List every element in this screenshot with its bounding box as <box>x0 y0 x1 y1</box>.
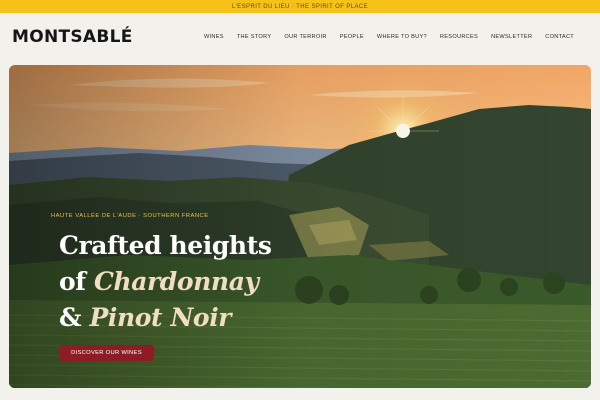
nav-item-newsletter[interactable]: NEWSLETTER <box>491 33 532 41</box>
nav-item-resources[interactable]: RESOURCES <box>440 33 478 41</box>
nav-item-wines[interactable]: WINES <box>204 33 224 41</box>
main-nav: WINES THE STORY OUR TERROIR PEOPLE WHERE… <box>204 33 574 41</box>
discover-wines-button[interactable]: DISCOVER OUR WINES <box>59 345 154 361</box>
hero-landscape-photo <box>9 65 591 388</box>
headline-line-1: Crafted heights <box>59 231 272 260</box>
nav-item-the-story[interactable]: THE STORY <box>237 33 272 41</box>
headline-pinot-noir: Pinot Noir <box>89 303 232 332</box>
nav-item-our-terroir[interactable]: OUR TERROIR <box>284 33 326 41</box>
nav-item-people[interactable]: PEOPLE <box>340 33 364 41</box>
hero-eyebrow: HAUTE VALLÉE DE L'AUDE · SOUTHERN FRANCE <box>51 213 209 219</box>
nav-item-where-to-buy[interactable]: WHERE TO BUY? <box>377 33 427 41</box>
announcement-bar: L'ESPRIT DU LIEU · THE SPIRIT OF PLACE <box>0 0 600 13</box>
brand-logo[interactable]: MONTSABLÉ <box>12 27 133 47</box>
hero-headline: Crafted heights of Chardonnay & Pinot No… <box>59 228 319 336</box>
headline-amp: & <box>59 303 90 332</box>
site-header: MONTSABLÉ WINES THE STORY OUR TERROIR PE… <box>0 13 600 63</box>
announcement-text: L'ESPRIT DU LIEU · THE SPIRIT OF PLACE <box>231 3 369 10</box>
nav-item-contact[interactable]: CONTACT <box>545 33 574 41</box>
headline-of: of <box>59 267 94 296</box>
headline-chardonnay: Chardonnay <box>93 267 259 296</box>
hero-image <box>9 65 591 388</box>
